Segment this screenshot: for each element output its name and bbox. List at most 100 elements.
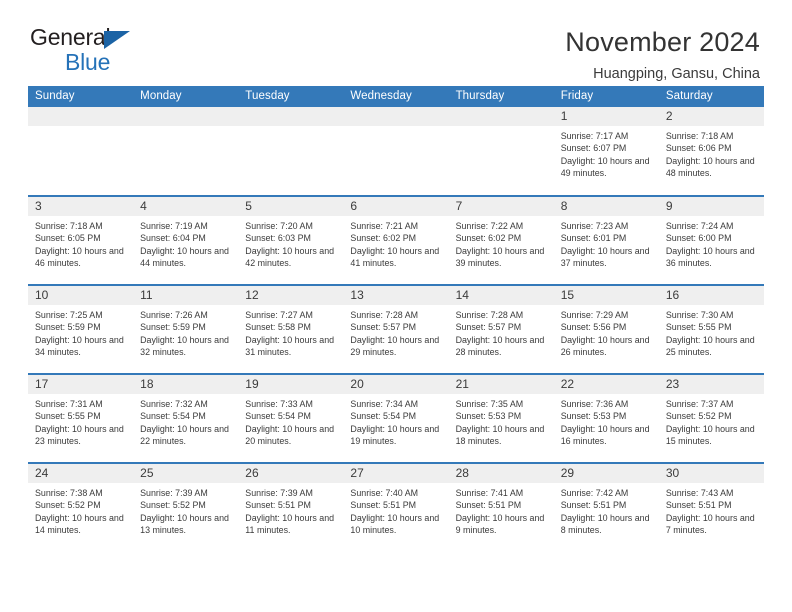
calendar-day-cell[interactable]: 10 Sunrise: 7:25 AM Sunset: 5:59 PM Dayli… [28, 284, 134, 374]
calendar-day-cell[interactable]: 3 Sunrise: 7:18 AM Sunset: 6:05 PM Daylig… [28, 195, 134, 285]
day-cell-inner: 14 Sunrise: 7:28 AM Sunset: 5:57 PM Dayli… [448, 286, 554, 373]
calendar-day-cell[interactable]: 27 Sunrise: 7:40 AM Sunset: 5:51 PM Dayli… [343, 462, 449, 552]
calendar-day-cell[interactable]: 20 Sunrise: 7:34 AM Sunset: 5:54 PM Dayli… [343, 373, 449, 463]
sun-times-details: Sunrise: 7:23 AM Sunset: 6:01 PM Dayligh… [560, 221, 650, 268]
triangle-icon [104, 31, 130, 49]
weekday-header-wednesday: Wednesday [343, 86, 449, 107]
day-cell-inner: 4 Sunrise: 7:19 AM Sunset: 6:04 PM Daylig… [133, 197, 239, 284]
sun-times-details: Sunrise: 7:27 AM Sunset: 5:58 PM Dayligh… [245, 310, 335, 357]
calendar-day-cell[interactable]: 1 Sunrise: 7:17 AM Sunset: 6:07 PM Daylig… [553, 107, 659, 196]
calendar-day-cell[interactable]: 4 Sunrise: 7:19 AM Sunset: 6:04 PM Daylig… [133, 195, 239, 285]
day-number: 2 [658, 107, 764, 126]
day-cell-inner: 28 Sunrise: 7:41 AM Sunset: 5:51 PM Dayli… [448, 464, 554, 552]
sun-times-details: Sunrise: 7:38 AM Sunset: 5:52 PM Dayligh… [35, 488, 124, 535]
day-cell-inner: 15 Sunrise: 7:29 AM Sunset: 5:56 PM Dayli… [553, 286, 659, 373]
day-number: 10 [28, 286, 134, 305]
calendar-day-cell[interactable]: 9 Sunrise: 7:24 AM Sunset: 6:00 PM Daylig… [658, 195, 764, 285]
day-cell-inner: 9 Sunrise: 7:24 AM Sunset: 6:00 PM Daylig… [658, 197, 764, 284]
calendar-cell-empty [28, 107, 134, 196]
calendar-day-cell[interactable]: 8 Sunrise: 7:23 AM Sunset: 6:01 PM Daylig… [553, 195, 659, 285]
sun-times-details [343, 126, 448, 130]
page-header: General Blue November 2024 Huangping, Ga… [0, 0, 792, 83]
calendar-day-cell[interactable]: 24 Sunrise: 7:38 AM Sunset: 5:52 PM Dayli… [28, 462, 134, 552]
general-blue-logo[interactable]: General Blue [30, 26, 160, 74]
calendar-day-cell[interactable]: 15 Sunrise: 7:29 AM Sunset: 5:56 PM Dayli… [553, 284, 659, 374]
weekday-header-monday: Monday [133, 86, 239, 107]
day-number: 6 [343, 197, 449, 216]
calendar-table: Sunday Monday Tuesday Wednesday Thursday… [28, 86, 764, 552]
calendar-day-cell[interactable]: 13 Sunrise: 7:28 AM Sunset: 5:57 PM Dayli… [343, 284, 449, 374]
day-number [133, 107, 239, 126]
day-number: 30 [658, 464, 764, 483]
day-cell-inner: 23 Sunrise: 7:37 AM Sunset: 5:52 PM Dayli… [658, 375, 764, 462]
location-subtitle: Huangping, Gansu, China [593, 66, 760, 82]
calendar-day-cell[interactable]: 14 Sunrise: 7:28 AM Sunset: 5:57 PM Dayli… [448, 284, 554, 374]
day-cell-inner [343, 107, 449, 195]
calendar-day-cell[interactable]: 23 Sunrise: 7:37 AM Sunset: 5:52 PM Dayli… [658, 373, 764, 463]
calendar-day-cell[interactable]: 2 Sunrise: 7:18 AM Sunset: 6:06 PM Daylig… [658, 107, 764, 196]
sun-times-details: Sunrise: 7:37 AM Sunset: 5:52 PM Dayligh… [665, 399, 755, 446]
logo-text-general: General [30, 24, 111, 50]
calendar-day-cell[interactable]: 19 Sunrise: 7:33 AM Sunset: 5:54 PM Dayli… [238, 373, 344, 463]
calendar-day-cell[interactable]: 7 Sunrise: 7:22 AM Sunset: 6:02 PM Daylig… [448, 195, 554, 285]
day-cell-inner: 24 Sunrise: 7:38 AM Sunset: 5:52 PM Dayli… [28, 464, 134, 552]
calendar-day-cell[interactable]: 28 Sunrise: 7:41 AM Sunset: 5:51 PM Dayli… [448, 462, 554, 552]
day-number: 24 [28, 464, 134, 483]
calendar-day-cell[interactable]: 5 Sunrise: 7:20 AM Sunset: 6:03 PM Daylig… [238, 195, 344, 285]
day-cell-inner: 26 Sunrise: 7:39 AM Sunset: 5:51 PM Dayli… [238, 464, 344, 552]
day-number [343, 107, 449, 126]
day-cell-inner: 3 Sunrise: 7:18 AM Sunset: 6:05 PM Daylig… [28, 197, 134, 284]
calendar-cell-empty [133, 107, 239, 196]
day-cell-inner: 1 Sunrise: 7:17 AM Sunset: 6:07 PM Daylig… [553, 107, 659, 195]
calendar-week-row: 1 Sunrise: 7:17 AM Sunset: 6:07 PM Daylig… [28, 107, 764, 196]
day-cell-inner [448, 107, 554, 195]
calendar-day-cell[interactable]: 18 Sunrise: 7:32 AM Sunset: 5:54 PM Dayli… [133, 373, 239, 463]
weekday-header-friday: Friday [553, 86, 659, 107]
calendar-day-cell[interactable]: 11 Sunrise: 7:26 AM Sunset: 5:59 PM Dayli… [133, 284, 239, 374]
page-title: November 2024 [565, 27, 760, 57]
day-cell-inner [238, 107, 344, 195]
day-number: 9 [658, 197, 764, 216]
sun-times-details: Sunrise: 7:25 AM Sunset: 5:59 PM Dayligh… [35, 310, 124, 357]
day-cell-inner: 6 Sunrise: 7:21 AM Sunset: 6:02 PM Daylig… [343, 197, 449, 284]
day-number: 17 [28, 375, 134, 394]
calendar-week-row: 10 Sunrise: 7:25 AM Sunset: 5:59 PM Dayli… [28, 284, 764, 374]
weekday-header-saturday: Saturday [658, 86, 764, 107]
calendar-day-cell[interactable]: 25 Sunrise: 7:39 AM Sunset: 5:52 PM Dayli… [133, 462, 239, 552]
sun-times-details: Sunrise: 7:30 AM Sunset: 5:55 PM Dayligh… [665, 310, 755, 357]
sun-times-details: Sunrise: 7:36 AM Sunset: 5:53 PM Dayligh… [560, 399, 650, 446]
sun-times-details: Sunrise: 7:24 AM Sunset: 6:00 PM Dayligh… [665, 221, 755, 268]
sun-times-details: Sunrise: 7:42 AM Sunset: 5:51 PM Dayligh… [560, 488, 650, 535]
sun-times-details: Sunrise: 7:18 AM Sunset: 6:05 PM Dayligh… [35, 221, 124, 268]
sun-times-details: Sunrise: 7:40 AM Sunset: 5:51 PM Dayligh… [350, 488, 440, 535]
day-cell-inner: 25 Sunrise: 7:39 AM Sunset: 5:52 PM Dayli… [133, 464, 239, 552]
calendar-day-cell[interactable]: 6 Sunrise: 7:21 AM Sunset: 6:02 PM Daylig… [343, 195, 449, 285]
calendar-day-cell[interactable]: 21 Sunrise: 7:35 AM Sunset: 5:53 PM Dayli… [448, 373, 554, 463]
day-cell-inner: 16 Sunrise: 7:30 AM Sunset: 5:55 PM Dayli… [658, 286, 764, 373]
sun-times-details: Sunrise: 7:21 AM Sunset: 6:02 PM Dayligh… [350, 221, 440, 268]
day-number [238, 107, 344, 126]
sun-times-details: Sunrise: 7:19 AM Sunset: 6:04 PM Dayligh… [140, 221, 229, 268]
calendar-day-cell[interactable]: 16 Sunrise: 7:30 AM Sunset: 5:55 PM Dayli… [658, 284, 764, 374]
sun-times-details: Sunrise: 7:35 AM Sunset: 5:53 PM Dayligh… [455, 399, 545, 446]
calendar-cell-empty [448, 107, 554, 196]
sun-times-details: Sunrise: 7:39 AM Sunset: 5:51 PM Dayligh… [245, 488, 335, 535]
calendar-day-cell[interactable]: 29 Sunrise: 7:42 AM Sunset: 5:51 PM Dayli… [553, 462, 659, 552]
day-cell-inner: 11 Sunrise: 7:26 AM Sunset: 5:59 PM Dayli… [133, 286, 239, 373]
day-number: 29 [553, 464, 659, 483]
calendar-day-cell[interactable]: 12 Sunrise: 7:27 AM Sunset: 5:58 PM Dayli… [238, 284, 344, 374]
calendar-day-cell[interactable]: 17 Sunrise: 7:31 AM Sunset: 5:55 PM Dayli… [28, 373, 134, 463]
calendar-day-cell[interactable]: 22 Sunrise: 7:36 AM Sunset: 5:53 PM Dayli… [553, 373, 659, 463]
day-cell-inner [28, 107, 134, 195]
day-number: 25 [133, 464, 239, 483]
day-number: 26 [238, 464, 344, 483]
weekday-header-thursday: Thursday [448, 86, 554, 107]
day-number: 1 [553, 107, 659, 126]
sun-times-details: Sunrise: 7:22 AM Sunset: 6:02 PM Dayligh… [455, 221, 545, 268]
calendar-page: General Blue November 2024 Huangping, Ga… [0, 0, 792, 612]
day-cell-inner [133, 107, 239, 195]
calendar-day-cell[interactable]: 30 Sunrise: 7:43 AM Sunset: 5:51 PM Dayli… [658, 462, 764, 552]
calendar-day-cell[interactable]: 26 Sunrise: 7:39 AM Sunset: 5:51 PM Dayli… [238, 462, 344, 552]
calendar-cell-empty [343, 107, 449, 196]
day-cell-inner: 13 Sunrise: 7:28 AM Sunset: 5:57 PM Dayli… [343, 286, 449, 373]
